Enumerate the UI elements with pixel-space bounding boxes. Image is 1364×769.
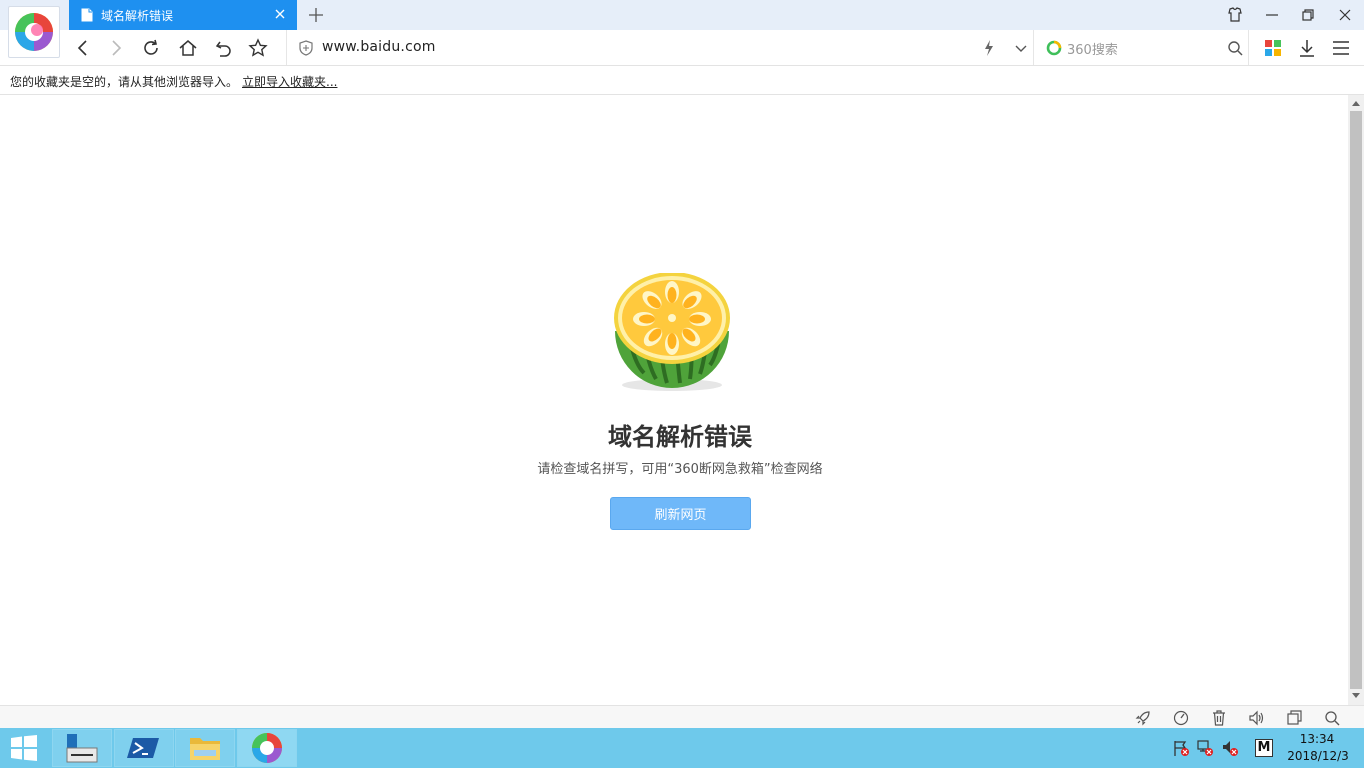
scroll-thumb[interactable] xyxy=(1350,111,1362,689)
shield-icon[interactable] xyxy=(299,40,313,56)
minimize-icon[interactable] xyxy=(1261,5,1283,25)
ime-indicator[interactable]: M xyxy=(1255,739,1273,757)
network-error-icon[interactable] xyxy=(1196,739,1214,757)
windows-start-icon[interactable] xyxy=(10,735,38,761)
chevron-down-icon[interactable] xyxy=(1014,41,1028,55)
lightning-icon[interactable] xyxy=(982,39,996,57)
search-box[interactable]: 360搜索 xyxy=(1035,30,1249,65)
error-page: 域名解析错误 请检查域名拼写，可用“360断网急救箱”检查网络 刷新网页 xyxy=(0,95,1348,705)
tab-bar: 域名解析错误 xyxy=(0,0,1364,30)
trash-icon[interactable] xyxy=(1210,709,1228,727)
speed-icon[interactable] xyxy=(1172,709,1190,727)
url-text[interactable]: www.baidu.com xyxy=(322,39,436,55)
taskbar-360-browser[interactable] xyxy=(237,729,297,767)
navigation-bar: www.baidu.com 360搜索 xyxy=(0,30,1364,66)
search-placeholder[interactable]: 360搜索 xyxy=(1067,39,1118,58)
speaker-muted-icon[interactable] xyxy=(1221,739,1239,757)
clock-date[interactable]: 2018/12/3 xyxy=(1282,749,1354,763)
undo-close-icon[interactable] xyxy=(213,37,235,59)
forward-icon[interactable] xyxy=(105,37,127,59)
restore-icon[interactable] xyxy=(1297,5,1319,25)
address-bar[interactable]: www.baidu.com xyxy=(286,30,1034,65)
lemon-watermelon-icon xyxy=(614,273,730,391)
bookmark-bar: 您的收藏夹是空的，请从其他浏览器导入。 立即导入收藏夹... xyxy=(0,66,1364,95)
tab-active[interactable]: 域名解析错误 xyxy=(69,0,297,30)
favorite-star-icon[interactable] xyxy=(247,37,269,59)
360-browser-logo-icon xyxy=(15,13,53,51)
360-search-icon xyxy=(1046,40,1062,56)
error-description: 请检查域名拼写，可用“360断网急救箱”检查网络 xyxy=(537,462,823,477)
scrollbar[interactable] xyxy=(1348,95,1364,705)
browser-logo[interactable] xyxy=(8,6,60,58)
import-bookmarks-link[interactable]: 立即导入收藏夹... xyxy=(242,73,337,90)
search-icon[interactable] xyxy=(1227,40,1243,56)
skin-icon[interactable] xyxy=(1224,5,1246,25)
taskbar-powershell[interactable] xyxy=(114,729,174,767)
taskbar-server-manager[interactable] xyxy=(52,729,112,767)
menu-icon[interactable] xyxy=(1330,37,1352,59)
close-window-icon[interactable] xyxy=(1334,5,1356,25)
reload-icon[interactable] xyxy=(140,37,162,59)
zoom-icon[interactable] xyxy=(1323,709,1341,727)
scroll-down-icon[interactable] xyxy=(1351,692,1361,700)
home-icon[interactable] xyxy=(177,37,199,59)
volume-icon[interactable] xyxy=(1248,709,1266,727)
server-manager-icon xyxy=(66,734,98,763)
page-icon xyxy=(81,8,93,22)
apps-grid-icon[interactable] xyxy=(1262,37,1284,59)
status-bar xyxy=(0,705,1364,728)
scroll-up-icon[interactable] xyxy=(1351,99,1361,107)
close-icon[interactable] xyxy=(273,7,287,21)
taskbar-file-explorer[interactable] xyxy=(175,729,235,767)
back-icon[interactable] xyxy=(72,37,94,59)
download-icon[interactable] xyxy=(1296,37,1318,59)
360-browser-taskbar-icon xyxy=(252,733,282,763)
window-icon[interactable] xyxy=(1285,709,1303,727)
rocket-icon[interactable] xyxy=(1134,709,1152,727)
flag-error-icon[interactable] xyxy=(1172,739,1190,757)
powershell-icon xyxy=(127,738,159,758)
tab-title: 域名解析错误 xyxy=(101,8,174,23)
folder-icon xyxy=(190,738,220,760)
refresh-button[interactable]: 刷新网页 xyxy=(610,497,751,530)
taskbar: M 13:34 2018/12/3 xyxy=(0,728,1364,768)
new-tab-icon[interactable] xyxy=(306,5,326,25)
error-title: 域名解析错误 xyxy=(608,423,752,451)
bookmark-empty-message: 您的收藏夹是空的，请从其他浏览器导入。 xyxy=(10,75,239,89)
clock-time[interactable]: 13:34 xyxy=(1292,732,1342,746)
